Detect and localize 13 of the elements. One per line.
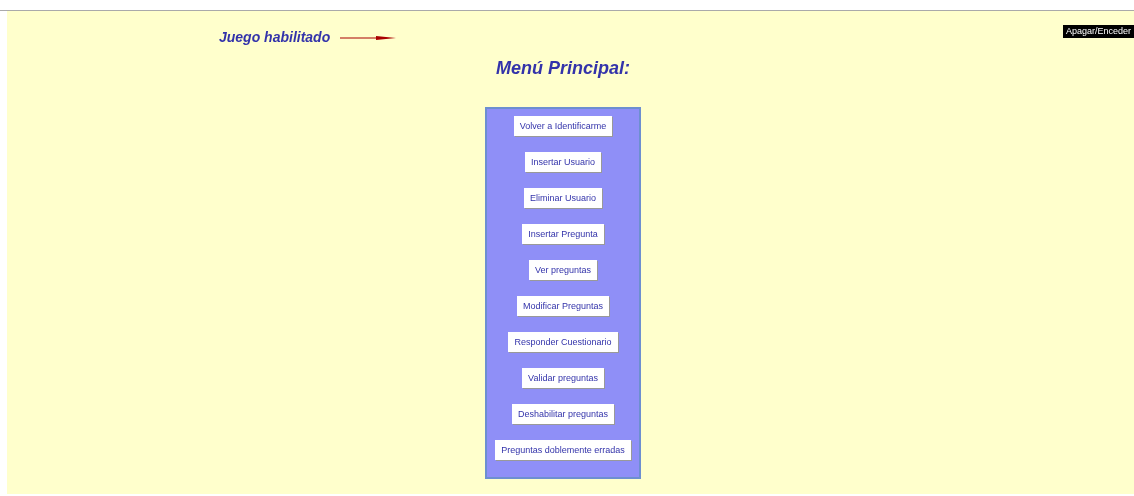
menu-button[interactable]: Deshabilitar preguntas <box>511 403 615 424</box>
menu-button[interactable]: Insertar Pregunta <box>522 223 604 244</box>
menu-button[interactable]: Modificar Preguntas <box>516 295 609 316</box>
menu-button[interactable]: Preguntas doblemente erradas <box>495 439 631 460</box>
toggle-button[interactable]: Apagar/Enceder <box>1062 25 1134 38</box>
status-text: Juego habilitado <box>219 28 331 47</box>
menu-button[interactable]: Insertar Usuario <box>525 151 601 172</box>
page-title: Menú Principal: <box>496 58 630 80</box>
menu-button[interactable]: Eliminar Usuario <box>524 187 602 208</box>
menu-button[interactable]: Volver a Identificarme <box>513 115 613 136</box>
menu-button[interactable]: Responder Cuestionario <box>508 331 618 352</box>
menu-button[interactable]: Ver preguntas <box>528 259 597 280</box>
menu-button[interactable]: Validar preguntas <box>522 367 604 388</box>
